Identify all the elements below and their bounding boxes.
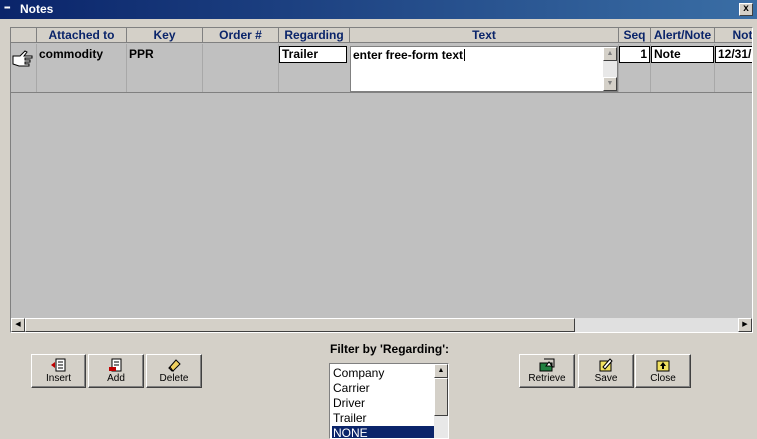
close-button-label: Close — [650, 373, 676, 384]
header-indicator-cell — [11, 28, 37, 43]
scroll-up-arrow-icon[interactable]: ▲ — [434, 364, 448, 378]
save-icon — [599, 358, 613, 372]
retrieve-button[interactable]: Retrieve — [519, 354, 575, 388]
column-header-regarding[interactable]: Regarding — [279, 28, 350, 43]
row-pointer-icon — [12, 50, 33, 67]
column-header-note-date[interactable]: Not — [715, 28, 752, 43]
note-date-field[interactable]: 12/31/ — [715, 46, 752, 63]
delete-button-label: Delete — [159, 373, 189, 384]
scrollbar-thumb[interactable] — [25, 318, 575, 332]
table-row[interactable]: commodity PPR Trailer enter free-form te… — [11, 44, 752, 92]
window-close-button[interactable]: x — [739, 3, 753, 16]
regarding-filter-listbox[interactable]: Company Carrier Driver Trailer NONE ▲ — [329, 363, 449, 439]
grid-horizontal-scrollbar[interactable]: ◀ ▶ — [11, 318, 752, 332]
column-header-seq[interactable]: Seq — [619, 28, 651, 43]
column-header-order[interactable]: Order # — [203, 28, 279, 43]
alert-note-field[interactable]: Note — [651, 46, 714, 63]
add-button[interactable]: Add — [88, 354, 144, 388]
list-item[interactable]: Company — [332, 366, 436, 381]
add-row-icon — [109, 358, 122, 372]
insert-row-icon — [50, 358, 65, 372]
seq-field[interactable]: 1 — [619, 46, 650, 63]
scroll-up-arrow-icon[interactable]: ▲ — [603, 47, 617, 61]
filter-label: Filter by 'Regarding': — [330, 342, 450, 356]
grid-header: Attached to Key Order # Regarding Text S… — [11, 28, 752, 43]
scroll-left-arrow-icon[interactable]: ◀ — [11, 318, 25, 332]
save-button[interactable]: Save — [578, 354, 634, 388]
title-bar: ▪▪▪ Notes x — [0, 0, 757, 19]
notes-grid[interactable]: Attached to Key Order # Regarding Text S… — [10, 27, 753, 333]
note-text-value: enter free-form text — [353, 48, 464, 62]
column-header-attached-to[interactable]: Attached to — [37, 28, 127, 43]
text-scrollbar[interactable]: ▲ ▼ — [603, 47, 617, 91]
list-item[interactable]: Driver — [332, 396, 436, 411]
note-text-area[interactable]: enter free-form text ▲ ▼ — [350, 46, 618, 92]
column-header-alert-note[interactable]: Alert/Note — [651, 28, 715, 43]
insert-button-label: Insert — [45, 373, 71, 384]
save-button-label: Save — [594, 373, 618, 384]
close-button[interactable]: Close — [635, 354, 691, 388]
list-item[interactable]: Carrier — [332, 381, 436, 396]
insert-button[interactable]: Insert — [31, 354, 86, 388]
scrollbar-thumb[interactable] — [434, 378, 448, 416]
eraser-icon — [168, 359, 181, 372]
text-caret — [464, 49, 465, 61]
cell-key[interactable]: PPR — [129, 47, 154, 61]
column-header-text[interactable]: Text — [350, 28, 619, 43]
scroll-right-arrow-icon[interactable]: ▶ — [738, 318, 752, 332]
retrieve-icon — [539, 358, 555, 372]
close-folder-icon — [656, 360, 670, 372]
list-item[interactable]: Trailer — [332, 411, 436, 426]
scroll-down-arrow-icon[interactable]: ▼ — [603, 77, 617, 91]
notes-app-icon: ▪▪▪ — [4, 3, 11, 12]
add-button-label: Add — [107, 373, 125, 384]
row-divider — [11, 92, 752, 93]
cell-attached-to[interactable]: commodity — [39, 47, 103, 61]
column-header-key[interactable]: Key — [127, 28, 203, 43]
listbox-scrollbar[interactable]: ▲ — [434, 364, 448, 438]
regarding-field[interactable]: Trailer — [279, 46, 347, 63]
list-item-selected[interactable]: NONE — [332, 426, 436, 438]
window-title: Notes — [20, 2, 54, 16]
delete-button[interactable]: Delete — [146, 354, 202, 388]
retrieve-button-label: Retrieve — [528, 373, 566, 384]
